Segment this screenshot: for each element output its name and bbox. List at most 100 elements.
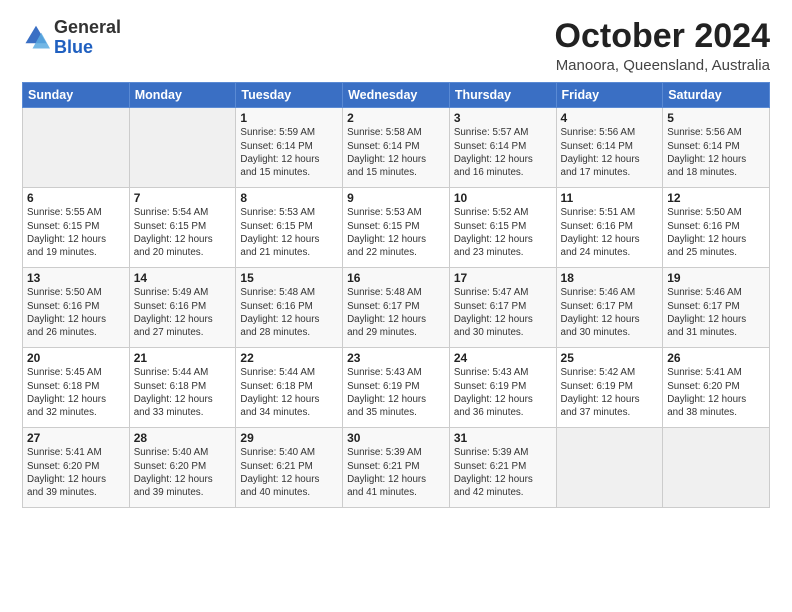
day-info: Sunrise: 5:52 AM Sunset: 6:15 PM Dayligh… (454, 206, 552, 259)
day-info: Sunrise: 5:41 AM Sunset: 6:20 PM Dayligh… (27, 446, 125, 499)
day-info: Sunrise: 5:40 AM Sunset: 6:21 PM Dayligh… (240, 446, 338, 499)
day-number: 1 (240, 111, 338, 125)
week-row-4: 20Sunrise: 5:45 AM Sunset: 6:18 PM Dayli… (23, 348, 770, 428)
day-cell: 28Sunrise: 5:40 AM Sunset: 6:20 PM Dayli… (129, 428, 236, 508)
day-cell: 31Sunrise: 5:39 AM Sunset: 6:21 PM Dayli… (449, 428, 556, 508)
location: Manoora, Queensland, Australia (555, 57, 770, 74)
day-number: 16 (347, 271, 445, 285)
day-cell: 25Sunrise: 5:42 AM Sunset: 6:19 PM Dayli… (556, 348, 663, 428)
col-saturday: Saturday (663, 83, 770, 108)
day-cell: 13Sunrise: 5:50 AM Sunset: 6:16 PM Dayli… (23, 268, 130, 348)
day-number: 10 (454, 191, 552, 205)
day-info: Sunrise: 5:57 AM Sunset: 6:14 PM Dayligh… (454, 126, 552, 179)
day-cell (556, 428, 663, 508)
day-cell: 27Sunrise: 5:41 AM Sunset: 6:20 PM Dayli… (23, 428, 130, 508)
day-number: 14 (134, 271, 232, 285)
day-number: 4 (561, 111, 659, 125)
day-info: Sunrise: 5:44 AM Sunset: 6:18 PM Dayligh… (240, 366, 338, 419)
day-number: 20 (27, 351, 125, 365)
day-number: 25 (561, 351, 659, 365)
logo: General Blue (22, 18, 121, 58)
day-info: Sunrise: 5:49 AM Sunset: 6:16 PM Dayligh… (134, 286, 232, 339)
day-info: Sunrise: 5:45 AM Sunset: 6:18 PM Dayligh… (27, 366, 125, 419)
day-cell (129, 108, 236, 188)
day-info: Sunrise: 5:56 AM Sunset: 6:14 PM Dayligh… (667, 126, 765, 179)
month-title: October 2024 (555, 18, 770, 55)
day-info: Sunrise: 5:46 AM Sunset: 6:17 PM Dayligh… (561, 286, 659, 339)
day-number: 21 (134, 351, 232, 365)
day-cell: 10Sunrise: 5:52 AM Sunset: 6:15 PM Dayli… (449, 188, 556, 268)
day-number: 2 (347, 111, 445, 125)
day-info: Sunrise: 5:50 AM Sunset: 6:16 PM Dayligh… (667, 206, 765, 259)
week-row-1: 1Sunrise: 5:59 AM Sunset: 6:14 PM Daylig… (23, 108, 770, 188)
day-number: 17 (454, 271, 552, 285)
week-row-2: 6Sunrise: 5:55 AM Sunset: 6:15 PM Daylig… (23, 188, 770, 268)
day-number: 19 (667, 271, 765, 285)
day-number: 9 (347, 191, 445, 205)
logo-text: General Blue (54, 18, 121, 58)
day-info: Sunrise: 5:56 AM Sunset: 6:14 PM Dayligh… (561, 126, 659, 179)
col-wednesday: Wednesday (343, 83, 450, 108)
day-cell: 24Sunrise: 5:43 AM Sunset: 6:19 PM Dayli… (449, 348, 556, 428)
day-cell: 11Sunrise: 5:51 AM Sunset: 6:16 PM Dayli… (556, 188, 663, 268)
week-row-3: 13Sunrise: 5:50 AM Sunset: 6:16 PM Dayli… (23, 268, 770, 348)
calendar-header: Sunday Monday Tuesday Wednesday Thursday… (23, 83, 770, 108)
day-number: 27 (27, 431, 125, 445)
day-info: Sunrise: 5:41 AM Sunset: 6:20 PM Dayligh… (667, 366, 765, 419)
day-number: 18 (561, 271, 659, 285)
day-info: Sunrise: 5:50 AM Sunset: 6:16 PM Dayligh… (27, 286, 125, 339)
day-cell: 8Sunrise: 5:53 AM Sunset: 6:15 PM Daylig… (236, 188, 343, 268)
day-info: Sunrise: 5:53 AM Sunset: 6:15 PM Dayligh… (240, 206, 338, 259)
day-number: 8 (240, 191, 338, 205)
day-cell: 7Sunrise: 5:54 AM Sunset: 6:15 PM Daylig… (129, 188, 236, 268)
day-cell: 14Sunrise: 5:49 AM Sunset: 6:16 PM Dayli… (129, 268, 236, 348)
day-number: 5 (667, 111, 765, 125)
day-cell: 5Sunrise: 5:56 AM Sunset: 6:14 PM Daylig… (663, 108, 770, 188)
logo-icon (22, 24, 50, 52)
day-info: Sunrise: 5:51 AM Sunset: 6:16 PM Dayligh… (561, 206, 659, 259)
day-number: 6 (27, 191, 125, 205)
day-cell: 30Sunrise: 5:39 AM Sunset: 6:21 PM Dayli… (343, 428, 450, 508)
day-number: 3 (454, 111, 552, 125)
day-number: 24 (454, 351, 552, 365)
day-cell: 16Sunrise: 5:48 AM Sunset: 6:17 PM Dayli… (343, 268, 450, 348)
day-number: 15 (240, 271, 338, 285)
week-row-5: 27Sunrise: 5:41 AM Sunset: 6:20 PM Dayli… (23, 428, 770, 508)
col-tuesday: Tuesday (236, 83, 343, 108)
day-number: 23 (347, 351, 445, 365)
col-monday: Monday (129, 83, 236, 108)
day-info: Sunrise: 5:58 AM Sunset: 6:14 PM Dayligh… (347, 126, 445, 179)
day-cell: 2Sunrise: 5:58 AM Sunset: 6:14 PM Daylig… (343, 108, 450, 188)
day-number: 7 (134, 191, 232, 205)
header: General Blue October 2024 Manoora, Queen… (22, 18, 770, 74)
day-cell: 15Sunrise: 5:48 AM Sunset: 6:16 PM Dayli… (236, 268, 343, 348)
day-info: Sunrise: 5:53 AM Sunset: 6:15 PM Dayligh… (347, 206, 445, 259)
day-number: 29 (240, 431, 338, 445)
day-info: Sunrise: 5:59 AM Sunset: 6:14 PM Dayligh… (240, 126, 338, 179)
logo-general: General (54, 17, 121, 37)
day-info: Sunrise: 5:39 AM Sunset: 6:21 PM Dayligh… (454, 446, 552, 499)
day-cell: 12Sunrise: 5:50 AM Sunset: 6:16 PM Dayli… (663, 188, 770, 268)
day-number: 13 (27, 271, 125, 285)
calendar-table: Sunday Monday Tuesday Wednesday Thursday… (22, 82, 770, 508)
day-info: Sunrise: 5:44 AM Sunset: 6:18 PM Dayligh… (134, 366, 232, 419)
day-number: 26 (667, 351, 765, 365)
day-number: 31 (454, 431, 552, 445)
day-info: Sunrise: 5:47 AM Sunset: 6:17 PM Dayligh… (454, 286, 552, 339)
day-number: 11 (561, 191, 659, 205)
day-info: Sunrise: 5:54 AM Sunset: 6:15 PM Dayligh… (134, 206, 232, 259)
day-cell (23, 108, 130, 188)
weekday-row: Sunday Monday Tuesday Wednesday Thursday… (23, 83, 770, 108)
day-info: Sunrise: 5:48 AM Sunset: 6:16 PM Dayligh… (240, 286, 338, 339)
day-cell: 9Sunrise: 5:53 AM Sunset: 6:15 PM Daylig… (343, 188, 450, 268)
col-friday: Friday (556, 83, 663, 108)
logo-blue: Blue (54, 37, 93, 57)
day-cell: 19Sunrise: 5:46 AM Sunset: 6:17 PM Dayli… (663, 268, 770, 348)
day-cell: 1Sunrise: 5:59 AM Sunset: 6:14 PM Daylig… (236, 108, 343, 188)
col-thursday: Thursday (449, 83, 556, 108)
day-cell: 4Sunrise: 5:56 AM Sunset: 6:14 PM Daylig… (556, 108, 663, 188)
day-info: Sunrise: 5:55 AM Sunset: 6:15 PM Dayligh… (27, 206, 125, 259)
day-info: Sunrise: 5:46 AM Sunset: 6:17 PM Dayligh… (667, 286, 765, 339)
day-cell: 6Sunrise: 5:55 AM Sunset: 6:15 PM Daylig… (23, 188, 130, 268)
day-cell: 20Sunrise: 5:45 AM Sunset: 6:18 PM Dayli… (23, 348, 130, 428)
